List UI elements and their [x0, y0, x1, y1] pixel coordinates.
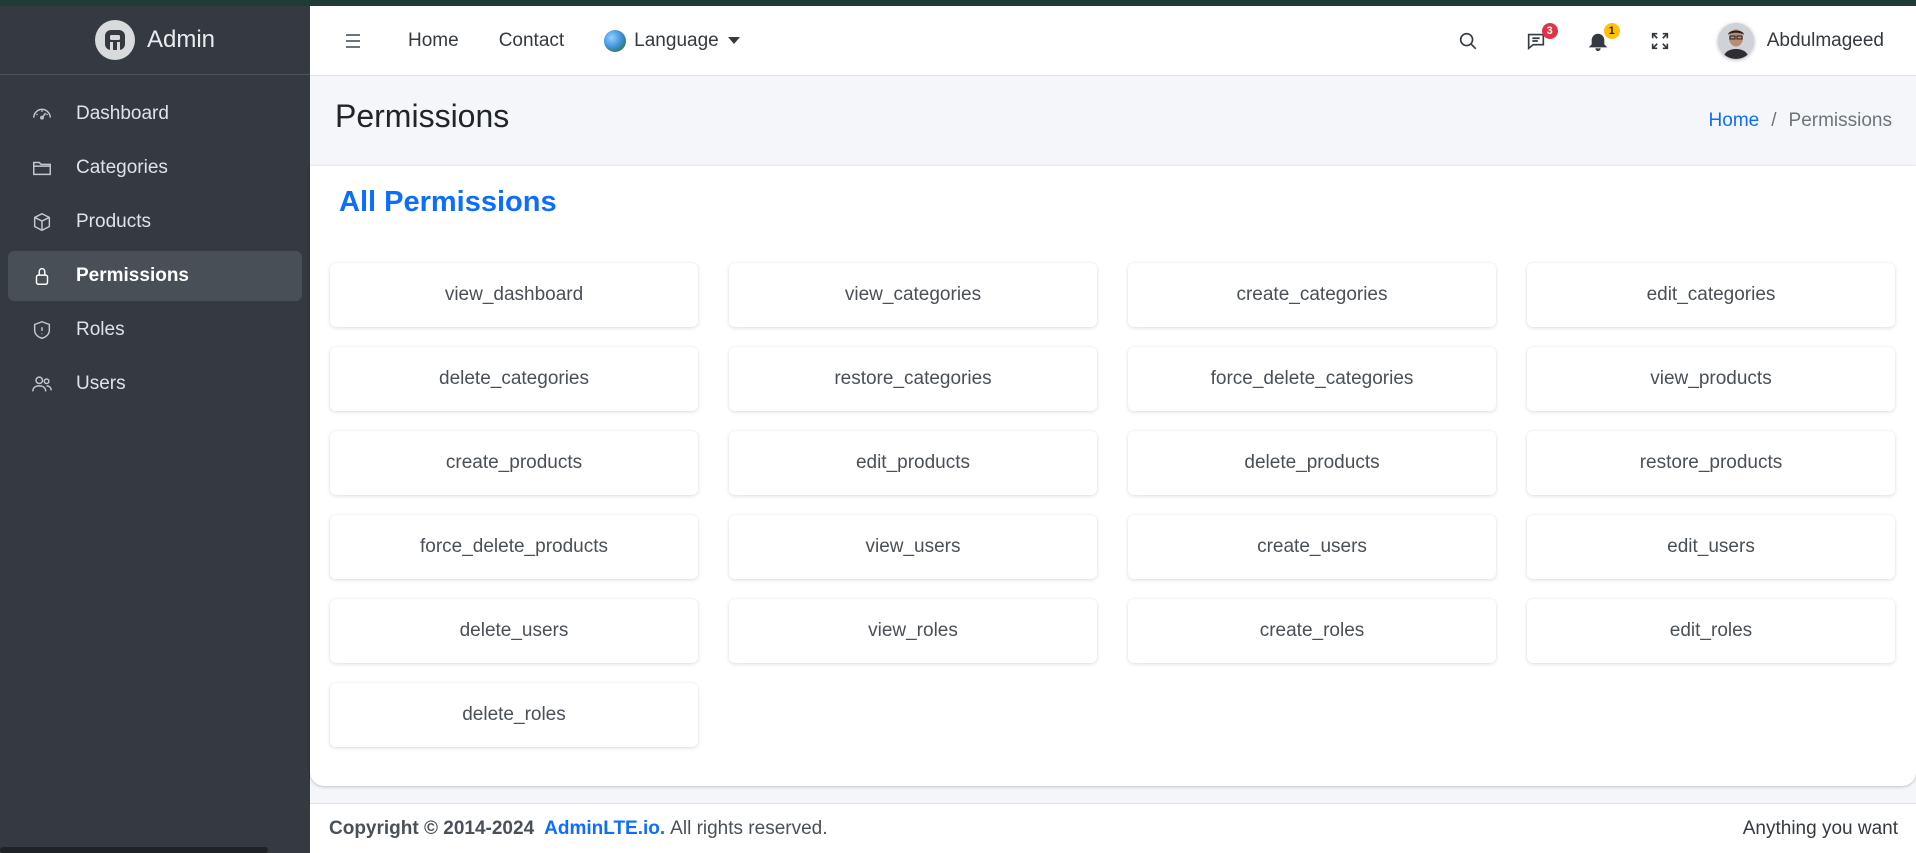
content-header: Permissions Home / Permissions — [310, 76, 1916, 166]
search-icon — [1459, 32, 1477, 49]
notifications-button[interactable]: 1 — [1584, 22, 1620, 55]
nav-link-contact[interactable]: Contact — [499, 30, 564, 52]
sidebar-toggle-icon[interactable] — [346, 30, 368, 52]
page-title: Permissions — [335, 98, 510, 134]
folder-icon — [30, 156, 54, 180]
breadcrumb: Home / Permissions — [1709, 110, 1892, 132]
permission-item: view_roles — [729, 599, 1097, 663]
language-label: Language — [634, 29, 719, 51]
lock-icon — [30, 264, 54, 288]
sidebar-item-products[interactable]: Products — [8, 197, 302, 247]
permission-item: view_products — [1527, 347, 1895, 411]
footer: Copyright © 2014-2024 AdminLTE.io. All r… — [310, 803, 1916, 853]
permission-item: edit_roles — [1527, 599, 1895, 663]
user-avatar — [1717, 22, 1754, 59]
navbar-right: 3 1 Abdulmageed — [1454, 6, 1916, 75]
sidebar-nav: Dashboard Categories Products Permission… — [0, 75, 310, 409]
breadcrumb-current: Permissions — [1788, 110, 1892, 131]
language-dropdown[interactable]: Language — [604, 29, 740, 52]
permission-item: edit_categories — [1527, 263, 1895, 327]
sidebar-item-roles[interactable]: Roles — [8, 305, 302, 355]
footer-brand-link[interactable]: AdminLTE.io. — [544, 818, 665, 840]
permission-item: delete_users — [330, 599, 698, 663]
sidebar-item-label: Users — [76, 373, 126, 394]
permissions-card: All Permissions view_dashboard view_cate… — [310, 166, 1916, 786]
permission-item: edit_users — [1527, 515, 1895, 579]
sidebar-scrollbar[interactable] — [0, 847, 268, 853]
sidebar-item-dashboard[interactable]: Dashboard — [8, 89, 302, 139]
box-icon — [30, 210, 54, 234]
nav-link-home[interactable]: Home — [408, 30, 459, 52]
messages-badge: 3 — [1541, 22, 1558, 39]
footer-rights: All rights reserved. — [670, 817, 828, 839]
permission-item: create_products — [330, 431, 698, 495]
sidebar: Admin Dashboard Categories Products Perm… — [0, 6, 310, 853]
permission-item: view_dashboard — [330, 263, 698, 327]
permissions-grid: view_dashboard view_categories create_ca… — [330, 263, 1895, 747]
permission-item: view_users — [729, 515, 1097, 579]
brand-logo-icon — [94, 20, 135, 60]
permission-item: edit_products — [729, 431, 1097, 495]
globe-icon — [604, 29, 627, 52]
sidebar-item-label: Roles — [76, 319, 125, 340]
messages-button[interactable]: 3 — [1522, 22, 1558, 55]
fullscreen-icon — [1651, 32, 1668, 49]
footer-right-text: Anything you want — [1742, 817, 1898, 839]
footer-copyright: Copyright © 2014-2024 — [329, 817, 535, 839]
permission-item: create_users — [1128, 515, 1496, 579]
speedometer-icon — [30, 102, 54, 126]
search-button[interactable] — [1454, 27, 1482, 55]
caret-down-icon — [727, 37, 740, 44]
card-title: All Permissions — [339, 186, 557, 218]
user-menu[interactable]: Abdulmageed — [1717, 22, 1884, 59]
fullscreen-button[interactable] — [1646, 27, 1674, 55]
sidebar-item-label: Dashboard — [76, 103, 169, 124]
permission-item: force_delete_categories — [1128, 347, 1496, 411]
permission-item: view_categories — [729, 263, 1097, 327]
shield-icon — [30, 318, 54, 342]
user-name: Abdulmageed — [1766, 29, 1884, 51]
permission-item: create_roles — [1128, 599, 1496, 663]
sidebar-item-label: Products — [76, 211, 151, 232]
permission-item: delete_products — [1128, 431, 1496, 495]
breadcrumb-home-link[interactable]: Home — [1709, 110, 1760, 132]
notifications-badge: 1 — [1603, 22, 1620, 39]
brand-link[interactable]: Admin — [0, 6, 310, 75]
people-icon — [30, 372, 54, 396]
permission-item: delete_roles — [330, 683, 698, 747]
permission-item: force_delete_products — [330, 515, 698, 579]
sidebar-item-label: Categories — [76, 157, 168, 178]
permission-item: create_categories — [1128, 263, 1496, 327]
permission-item: delete_categories — [330, 347, 698, 411]
sidebar-item-permissions[interactable]: Permissions — [8, 251, 302, 301]
sidebar-item-categories[interactable]: Categories — [8, 143, 302, 193]
breadcrumb-separator: / — [1771, 110, 1777, 131]
sidebar-item-label: Permissions — [76, 265, 189, 286]
permission-item: restore_categories — [729, 347, 1097, 411]
top-navbar: Home Contact Language 3 1 Abdulmageed — [310, 6, 1916, 76]
permission-item: restore_products — [1527, 431, 1895, 495]
brand-name: Admin — [146, 26, 216, 53]
sidebar-item-users[interactable]: Users — [8, 359, 302, 409]
